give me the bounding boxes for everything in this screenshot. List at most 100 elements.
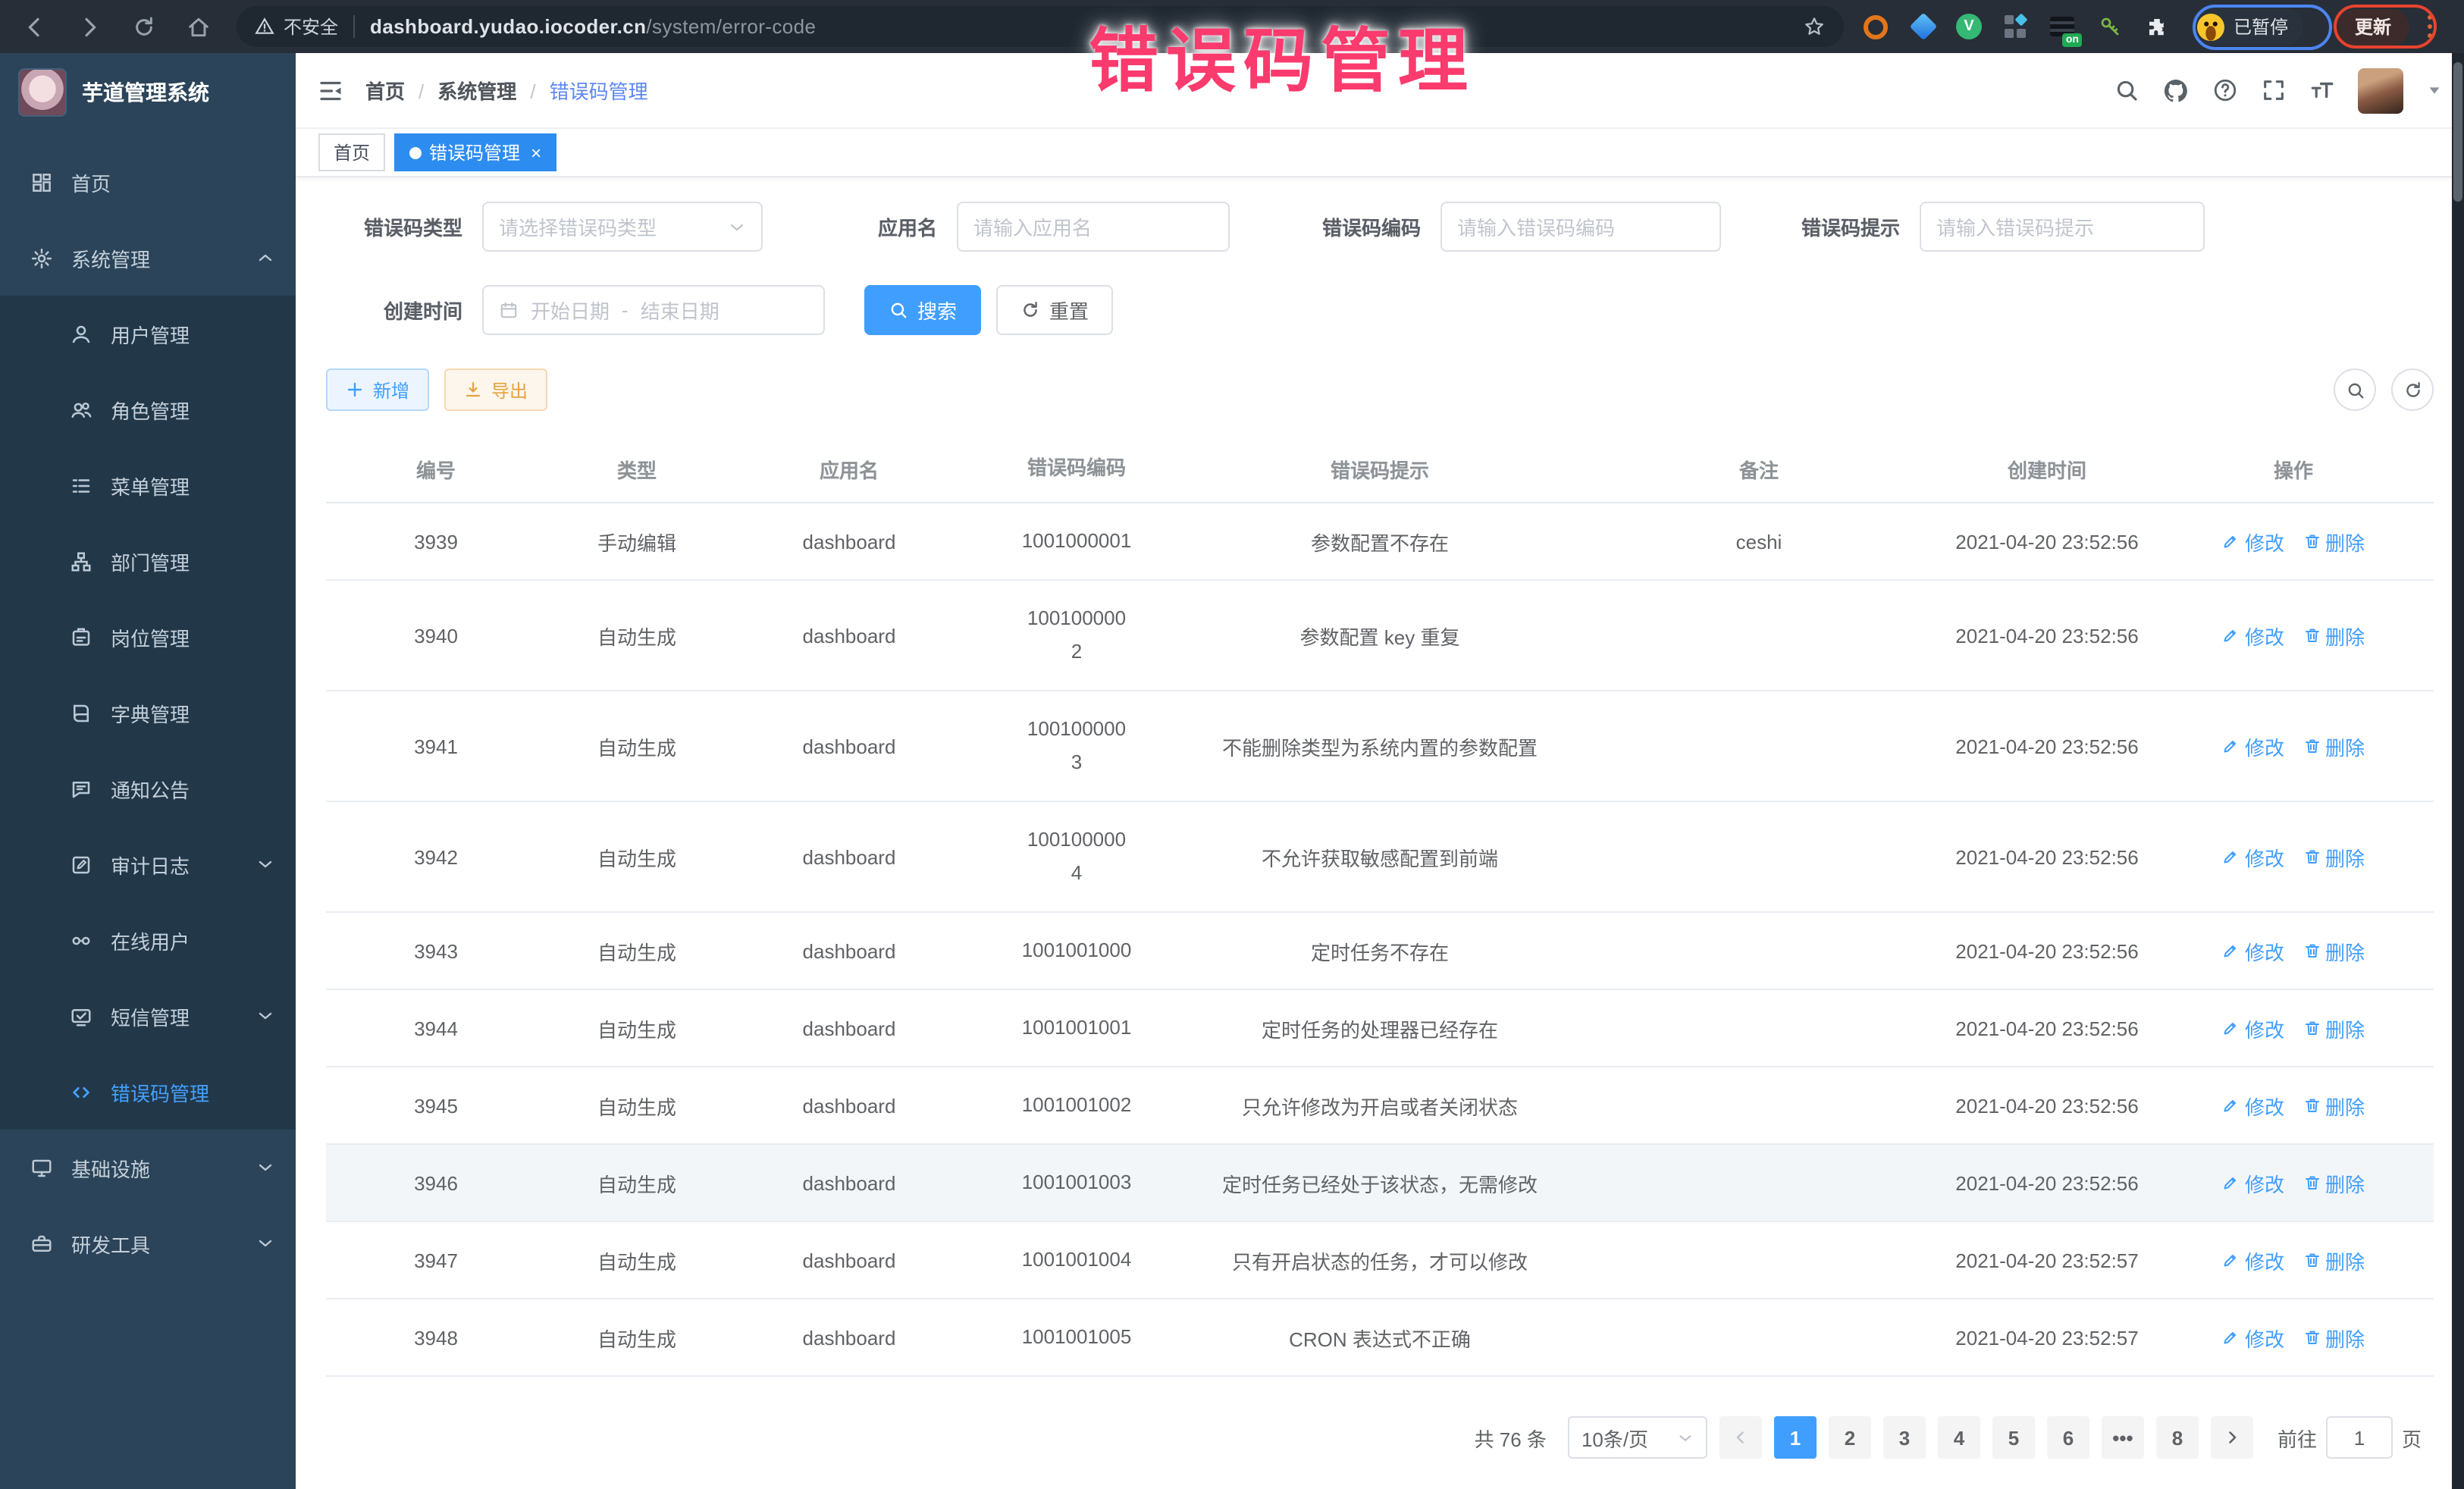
- home-icon[interactable]: [179, 7, 218, 46]
- table-row[interactable]: 3939 手动编辑 dashboard 1001000001 参数配置不存在 c…: [326, 503, 2434, 581]
- goto-page-input[interactable]: [2326, 1416, 2393, 1459]
- edit-link[interactable]: 修改: [2222, 1323, 2284, 1352]
- extension-gem-icon[interactable]: [1909, 13, 1936, 40]
- edit-link[interactable]: 修改: [2222, 842, 2284, 871]
- sidebar-menu-item[interactable]: 菜单管理: [0, 447, 296, 523]
- table-row[interactable]: 3948 自动生成 dashboard 1001001005 CRON 表达式不…: [326, 1299, 2434, 1377]
- page-number[interactable]: 4: [1938, 1416, 1980, 1459]
- fullscreen-icon[interactable]: [2261, 77, 2287, 103]
- extension-switch-icon[interactable]: on: [2049, 13, 2076, 40]
- delete-link[interactable]: 删除: [2303, 1168, 2365, 1197]
- error-type-select[interactable]: 请选择错误码类型: [482, 202, 763, 252]
- table-row[interactable]: 3941 自动生成 dashboard 100100000 3 不能删除类型为系…: [326, 691, 2434, 802]
- add-button[interactable]: 新增: [326, 368, 429, 411]
- reload-icon[interactable]: [124, 7, 164, 46]
- browser-profile-chip[interactable]: 已暂停: [2191, 8, 2303, 45]
- error-code-input[interactable]: 请输入错误码编码: [1440, 202, 1721, 252]
- next-page-icon[interactable]: [2211, 1416, 2253, 1459]
- sidebar-menu-item[interactable]: 岗位管理: [0, 599, 296, 675]
- edit-link[interactable]: 修改: [2222, 527, 2284, 556]
- page-number[interactable]: 5: [1992, 1416, 2035, 1459]
- font-size-icon[interactable]: [2309, 77, 2335, 103]
- page-number[interactable]: 3: [1883, 1416, 1926, 1459]
- breadcrumb-item[interactable]: 错误码管理: [550, 76, 676, 105]
- app-name-input[interactable]: 请输入应用名: [957, 202, 1230, 252]
- help-icon[interactable]: [2212, 77, 2238, 103]
- extension-orange-icon[interactable]: [1862, 13, 1889, 40]
- edit-link[interactable]: 修改: [2222, 732, 2284, 760]
- sidebar-menu-item[interactable]: 研发工具: [0, 1205, 296, 1281]
- edit-link[interactable]: 修改: [2222, 1091, 2284, 1120]
- breadcrumb-item[interactable]: 首页/: [365, 76, 437, 105]
- delete-link[interactable]: 删除: [2303, 1091, 2365, 1120]
- delete-link[interactable]: 删除: [2303, 842, 2365, 871]
- table-row[interactable]: 3942 自动生成 dashboard 100100000 4 不允许获取敏感配…: [326, 802, 2434, 913]
- sidebar-menu-item[interactable]: 角色管理: [0, 371, 296, 447]
- page-number[interactable]: •••: [2102, 1416, 2144, 1459]
- table-row[interactable]: 3945 自动生成 dashboard 1001001002 只允许修改为开启或…: [326, 1067, 2434, 1145]
- scrollbar-thumb[interactable]: [2453, 62, 2462, 202]
- edit-link[interactable]: 修改: [2222, 936, 2284, 965]
- tag[interactable]: 错误码管理 ×: [394, 133, 556, 171]
- sidebar-menu-item[interactable]: 通知公告: [0, 751, 296, 826]
- github-icon[interactable]: [2162, 77, 2190, 104]
- edit-link[interactable]: 修改: [2222, 1246, 2284, 1274]
- sidebar-menu-item[interactable]: 首页: [0, 144, 296, 220]
- user-avatar[interactable]: [2358, 67, 2403, 113]
- sidebar-menu-item[interactable]: 用户管理: [0, 296, 296, 371]
- extension-key-icon[interactable]: [2096, 13, 2123, 40]
- sidebar-menu-item[interactable]: 审计日志: [0, 826, 296, 902]
- reset-button[interactable]: 重置: [996, 285, 1113, 335]
- table-row[interactable]: 3943 自动生成 dashboard 1001001000 定时任务不存在 2…: [326, 913, 2434, 990]
- breadcrumb-item[interactable]: 系统管理/: [437, 76, 549, 105]
- security-warning[interactable]: 不安全: [255, 14, 338, 39]
- table-row[interactable]: 3944 自动生成 dashboard 1001001001 定时任务的处理器已…: [326, 990, 2434, 1067]
- sidebar-menu-item[interactable]: 错误码管理: [0, 1054, 296, 1130]
- delete-link[interactable]: 删除: [2303, 1323, 2365, 1352]
- extensions-puzzle-icon[interactable]: [2143, 13, 2170, 40]
- edit-link[interactable]: 修改: [2222, 1014, 2284, 1042]
- export-button[interactable]: 导出: [444, 368, 547, 411]
- page-number[interactable]: 1: [1774, 1416, 1817, 1459]
- delete-link[interactable]: 删除: [2303, 1014, 2365, 1042]
- sidebar-menu-item[interactable]: 系统管理: [0, 220, 296, 296]
- error-msg-input[interactable]: 请输入错误码提示: [1920, 202, 2205, 252]
- sidebar-menu-item[interactable]: 在线用户: [0, 902, 296, 978]
- table-row[interactable]: 3947 自动生成 dashboard 1001001004 只有开启状态的任务…: [326, 1222, 2434, 1299]
- page-number[interactable]: 2: [1829, 1416, 1871, 1459]
- browser-menu-icon[interactable]: [2422, 15, 2438, 38]
- search-button[interactable]: 搜索: [864, 285, 981, 335]
- close-icon[interactable]: ×: [531, 142, 541, 163]
- delete-link[interactable]: 删除: [2303, 527, 2365, 556]
- table-row[interactable]: 3940 自动生成 dashboard 100100000 2 参数配置 key…: [326, 581, 2434, 691]
- sidebar-menu-item[interactable]: 基础设施: [0, 1130, 296, 1205]
- sidebar-menu-item[interactable]: 部门管理: [0, 523, 296, 599]
- vue-devtools-icon[interactable]: V: [1956, 14, 1982, 39]
- bookmark-star-icon[interactable]: [1803, 15, 1826, 38]
- page-size-select[interactable]: 10条/页: [1568, 1416, 1707, 1459]
- sidebar-fold-icon[interactable]: [317, 77, 344, 104]
- scrollbar[interactable]: [2452, 53, 2464, 1489]
- delete-link[interactable]: 删除: [2303, 936, 2365, 965]
- tag[interactable]: 首页: [318, 133, 385, 171]
- delete-link[interactable]: 删除: [2303, 621, 2365, 650]
- logo[interactable]: 芋道管理系统: [0, 53, 296, 123]
- show-search-icon[interactable]: [2334, 368, 2376, 411]
- back-icon[interactable]: [15, 7, 55, 46]
- browser-update-button[interactable]: 更新: [2337, 8, 2409, 45]
- header-search-icon[interactable]: [2114, 77, 2140, 103]
- date-range-picker[interactable]: 开始日期 - 结束日期: [482, 285, 825, 335]
- prev-page-icon[interactable]: [1719, 1416, 1762, 1459]
- delete-link[interactable]: 删除: [2303, 1246, 2365, 1274]
- edit-link[interactable]: 修改: [2222, 621, 2284, 650]
- edit-link[interactable]: 修改: [2222, 1168, 2284, 1197]
- caret-down-icon[interactable]: [2426, 82, 2443, 99]
- forward-icon[interactable]: [70, 7, 109, 46]
- extension-grid-icon[interactable]: [2002, 13, 2029, 40]
- sidebar-menu-item[interactable]: 短信管理: [0, 978, 296, 1054]
- page-number[interactable]: 8: [2156, 1416, 2199, 1459]
- delete-link[interactable]: 删除: [2303, 732, 2365, 760]
- table-row[interactable]: 3946 自动生成 dashboard 1001001003 定时任务已经处于该…: [326, 1145, 2434, 1222]
- address-bar[interactable]: 不安全 dashboard.yudao.iocoder.cn/system/er…: [237, 6, 1844, 47]
- sidebar-menu-item[interactable]: 字典管理: [0, 675, 296, 751]
